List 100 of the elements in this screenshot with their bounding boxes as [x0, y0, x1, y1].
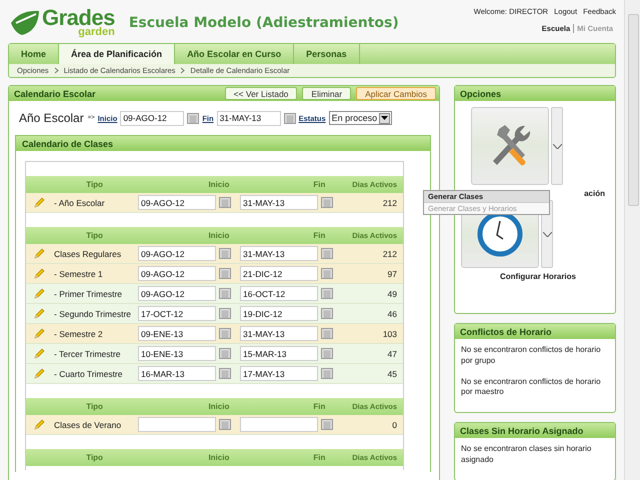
- logo-title: Grades: [42, 8, 115, 28]
- start-date-field[interactable]: 09-AGO-12: [138, 266, 216, 281]
- nav-tab[interactable]: Área de Planificación: [59, 44, 176, 64]
- calendar-icon[interactable]: [219, 197, 231, 208]
- end-date-field[interactable]: 31-MAY-13: [240, 246, 318, 261]
- calendar-icon[interactable]: [284, 112, 296, 124]
- nav-tab[interactable]: Año Escolar en Curso: [175, 44, 294, 64]
- start-date-field[interactable]: 09-AGO-12: [120, 110, 184, 126]
- table-cell-text: - Primer Trimestre: [54, 288, 123, 298]
- column-header: Fin: [312, 402, 326, 411]
- start-date-field[interactable]: 09-ENE-13: [138, 326, 216, 341]
- calendar-icon[interactable]: [321, 248, 333, 259]
- status-dropdown[interactable]: En proceso: [328, 111, 392, 125]
- calendar-icon[interactable]: [321, 348, 333, 359]
- end-date-field[interactable]: 15-MAR-13: [240, 346, 318, 361]
- pencil-icon[interactable]: [33, 248, 45, 260]
- pencil-icon[interactable]: [33, 348, 45, 360]
- pencil-icon[interactable]: [33, 418, 45, 430]
- start-date-field[interactable]: [138, 417, 216, 432]
- start-date-field[interactable]: 16-MAR-13: [138, 366, 216, 381]
- start-date-field[interactable]: 09-AGO-12: [138, 246, 216, 261]
- tile-label: Configurar Horarios: [500, 272, 576, 281]
- calendar-icon[interactable]: [219, 308, 231, 319]
- table-cell-text: - Cuarto Trimestre: [54, 368, 124, 378]
- tile-dropdown[interactable]: [551, 107, 563, 185]
- table-cell-text: 0: [392, 420, 398, 430]
- table-cell-text: - Tercer Trimestre: [54, 348, 122, 358]
- table-cell-text: 45: [388, 368, 398, 378]
- table-cell-text: - Semestre 2: [54, 328, 104, 338]
- pencil-icon[interactable]: [33, 268, 45, 280]
- year-label: Año Escolar: [19, 111, 84, 125]
- end-date-field[interactable]: 31-MAY-13: [240, 326, 318, 341]
- column-header: Fin: [312, 180, 326, 189]
- table-cell-text: 212: [382, 248, 398, 258]
- pencil-icon[interactable]: [33, 288, 45, 300]
- calendar-icon[interactable]: [219, 328, 231, 339]
- chevron-icon: [54, 67, 59, 74]
- table-cell-text: - Segundo Trimestre: [54, 308, 132, 318]
- caret-down-icon: [381, 116, 388, 120]
- column-header: Inicio: [207, 231, 230, 240]
- start-date-field[interactable]: 09-AGO-12: [138, 286, 216, 301]
- calendar-icon[interactable]: [187, 112, 200, 124]
- calendar-icon[interactable]: [321, 419, 333, 430]
- tile-label: ación: [584, 189, 605, 198]
- start-date-field[interactable]: 09-AGO-12: [138, 195, 216, 210]
- scrollbar[interactable]: [624, 0, 640, 480]
- table-cell-text: 49: [388, 288, 398, 298]
- chevron-icon: [180, 67, 186, 74]
- end-date-field[interactable]: 31-MAY-13: [216, 110, 281, 126]
- message-text: No se encontraron conflictos de horario por grupo: [461, 345, 602, 367]
- calendar-icon[interactable]: [321, 328, 333, 339]
- pencil-icon[interactable]: [33, 308, 45, 320]
- nav-tab[interactable]: Personas: [294, 44, 360, 64]
- end-date-field[interactable]: 16-OCT-12: [240, 286, 318, 301]
- pencil-icon[interactable]: [33, 368, 45, 380]
- start-date-field[interactable]: 17-OCT-12: [138, 306, 216, 321]
- leaf-icon: [10, 8, 40, 37]
- column-header: Tipo: [85, 453, 104, 462]
- table-cell-text: 46: [388, 308, 398, 318]
- table-cell-text: Clases de Verano: [54, 420, 122, 430]
- calendar-icon[interactable]: [219, 348, 231, 359]
- calendar-icon[interactable]: [219, 419, 231, 430]
- table-cell-text: Clases Regulares: [54, 248, 122, 258]
- table-cell-text: 103: [382, 328, 398, 338]
- table-cell-text: 212: [382, 198, 398, 208]
- calendar-icon[interactable]: [321, 197, 333, 208]
- start-date-field[interactable]: 10-ENE-13: [138, 346, 216, 361]
- end-date-field[interactable]: [240, 417, 318, 432]
- message-text: No se encontraron clases sin horario asignado: [461, 444, 592, 466]
- calendar-icon[interactable]: [321, 288, 333, 299]
- calendar-icon[interactable]: [321, 368, 333, 379]
- panel-title: Calendario Escolar: [14, 88, 96, 98]
- action-button[interactable]: Eliminar: [302, 87, 352, 100]
- column-header: Fin: [312, 453, 326, 462]
- column-header: Inicio: [207, 453, 230, 462]
- calendar-icon[interactable]: [219, 248, 231, 259]
- message-text: No se encontraron conflictos de horario por maestro: [461, 376, 602, 398]
- calendar-icon[interactable]: [321, 268, 333, 279]
- panel-title: Conflictos de Horario: [460, 326, 552, 336]
- column-header: Tipo: [85, 402, 104, 411]
- end-date-field[interactable]: 17-MAY-13: [240, 366, 318, 381]
- end-date-field[interactable]: 21-DIC-12: [240, 266, 318, 281]
- table-cell-text: - Semestre 1: [54, 268, 104, 278]
- calendar-icon[interactable]: [219, 288, 231, 299]
- table-cell-text: 47: [388, 348, 398, 358]
- calendar-icon[interactable]: [321, 308, 333, 319]
- pencil-icon[interactable]: [33, 328, 45, 340]
- panel-title: Calendario de Clases: [22, 138, 114, 148]
- end-date-field[interactable]: 19-DIC-12: [240, 306, 318, 321]
- end-date-field[interactable]: 31-MAY-13: [240, 195, 318, 210]
- action-button[interactable]: Aplicar Cambios: [356, 87, 436, 100]
- panel-title: Clases Sin Horario Asignado: [460, 426, 584, 436]
- calendar-icon[interactable]: [219, 368, 231, 379]
- option-tile[interactable]: [471, 107, 549, 185]
- table-cell-text: 97: [388, 268, 398, 278]
- calendar-icon[interactable]: [219, 268, 231, 279]
- pencil-icon[interactable]: [33, 196, 45, 208]
- panel-title: Opciones: [460, 88, 502, 98]
- chevron-down-icon: [552, 144, 562, 148]
- action-button[interactable]: << Ver Listado: [224, 87, 298, 100]
